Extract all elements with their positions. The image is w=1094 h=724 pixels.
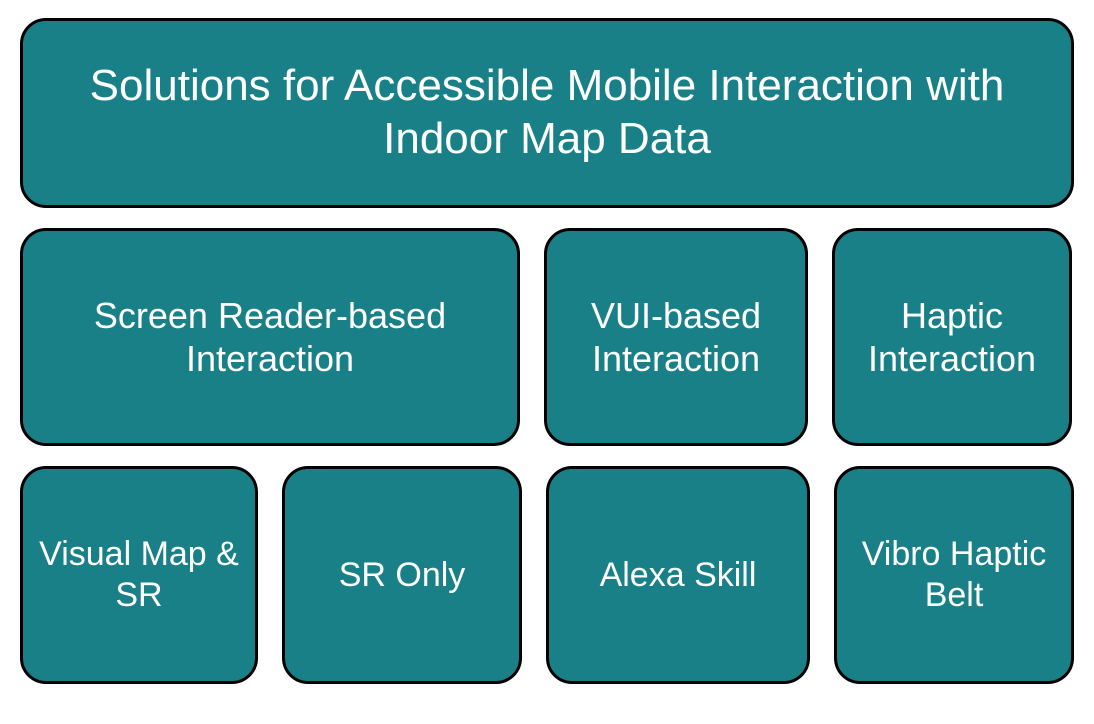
solution-row: Visual Map & SR SR Only Alexa Skill Vibr… xyxy=(20,466,1074,684)
box-sr-only: SR Only xyxy=(282,466,522,684)
box-visual-map-sr: Visual Map & SR xyxy=(20,466,258,684)
box-screen-reader-interaction: Screen Reader-based Interaction xyxy=(20,228,520,446)
diagram-header: Solutions for Accessible Mobile Interact… xyxy=(20,18,1074,208)
category-row: Screen Reader-based Interaction VUI-base… xyxy=(20,228,1074,446)
box-alexa-skill: Alexa Skill xyxy=(546,466,810,684)
box-vibro-haptic-belt: Vibro Haptic Belt xyxy=(834,466,1074,684)
box-vui-interaction: VUI-based Interaction xyxy=(544,228,808,446)
box-haptic-interaction: Haptic Interaction xyxy=(832,228,1072,446)
